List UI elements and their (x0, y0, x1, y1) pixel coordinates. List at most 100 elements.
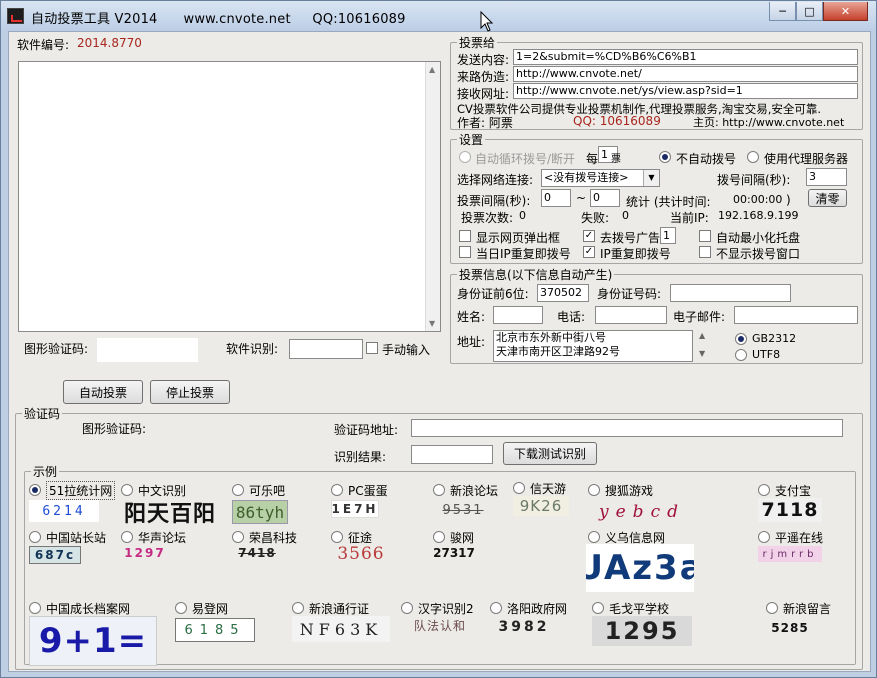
utf8-label: UTF8 (752, 348, 781, 361)
settings-group: 设置 自动循环拨号/断开 每 1 票 不自动拨号 使用代理服务器 选择网络连接:… (450, 131, 863, 264)
example-radio-7[interactable] (758, 484, 770, 496)
tilde-separator: ~ (576, 191, 587, 205)
log-textarea[interactable] (18, 61, 441, 332)
vote-interval-min-input[interactable]: 0 (541, 189, 571, 207)
settings-title: 设置 (457, 131, 486, 148)
download-test-button[interactable]: 下载测试识别 (503, 442, 597, 465)
hide-dial-window-checkbox[interactable] (699, 246, 711, 258)
start-vote-button[interactable]: 自动投票 (63, 380, 143, 404)
captcha-address-label: 验证码地址: (334, 423, 399, 437)
stop-vote-button[interactable]: 停止投票 (150, 380, 230, 404)
captcha-address-input[interactable] (411, 419, 843, 437)
example-radio-18[interactable] (401, 602, 413, 614)
example-radio-6[interactable] (588, 484, 600, 496)
captcha-group-image-label: 图形验证码: (82, 422, 147, 436)
vote-interval-label: 投票间隔(秒): (457, 194, 531, 208)
send-content-input[interactable]: 1=2&submit=%CD%B6%C6%B1 (513, 49, 858, 65)
name-input[interactable] (493, 306, 543, 324)
utf8-radio[interactable] (735, 349, 747, 361)
minimize-button[interactable]: ─ (769, 2, 796, 21)
hide-dial-window-label: 不显示拨号窗口 (716, 247, 801, 261)
example-radio-10[interactable] (232, 531, 244, 543)
vote-interval-max-input[interactable]: 0 (590, 189, 620, 207)
address-label: 地址: (457, 335, 486, 349)
example-captcha-image-18: 队法认和 (413, 618, 466, 633)
scroll-down-icon[interactable]: ▼ (429, 319, 435, 328)
example-radio-0[interactable] (29, 484, 41, 496)
auto-minimize-checkbox[interactable] (699, 230, 711, 242)
example-radio-5[interactable] (513, 482, 525, 494)
example-label-8: 中国站长站 (46, 531, 107, 545)
example-radio-4[interactable] (433, 484, 445, 496)
phone-input[interactable] (595, 306, 667, 324)
show-popup-checkbox[interactable] (459, 230, 471, 242)
example-captcha-image-4: 9531 (442, 502, 484, 518)
dup-ip-dial-label: 当日IP重复即拨号 (476, 247, 571, 261)
maximize-button[interactable]: □ (796, 2, 823, 21)
dial-interval-input[interactable]: 3 (806, 168, 847, 186)
example-radio-9[interactable] (121, 531, 133, 543)
example-radio-15[interactable] (29, 602, 41, 614)
id-number-label: 身份证号码: (597, 287, 662, 301)
example-captcha-image-17: NF63K (292, 616, 390, 642)
address-scroll-up-icon[interactable]: ▲ (699, 331, 705, 340)
example-radio-17[interactable] (292, 602, 304, 614)
id6-input[interactable]: 370502 (537, 284, 589, 302)
auto-dial-radio[interactable] (459, 151, 471, 163)
referer-input[interactable]: http://www.cnvote.net/ (513, 66, 858, 82)
example-radio-1[interactable] (121, 484, 133, 496)
example-captcha-image-2: 86tyh (232, 500, 288, 524)
example-radio-8[interactable] (29, 531, 41, 543)
example-captcha-image-1: 阳天百阳 (123, 501, 216, 527)
vote-info-title: 投票信息(以下信息自动产生) (457, 266, 615, 283)
example-label-6: 搜狐游戏 (605, 484, 654, 498)
id-number-input[interactable] (670, 284, 791, 302)
gb2312-radio[interactable] (735, 333, 747, 345)
recognize-result-input[interactable] (411, 445, 493, 464)
title-bar[interactable]: 自动投票工具 V2014 www.cnvote.net QQ:10616089 … (1, 1, 876, 31)
example-label-20: 毛戈平学校 (609, 602, 670, 616)
manual-input-checkbox[interactable] (366, 342, 378, 354)
stats-time: 00:00:00 (733, 193, 783, 206)
example-label-5: 信天游 (530, 482, 567, 496)
remove-ad-checkbox[interactable]: ✓ (583, 230, 595, 242)
example-radio-2[interactable] (232, 484, 244, 496)
example-radio-13[interactable] (588, 531, 600, 543)
use-proxy-radio[interactable] (747, 151, 759, 163)
network-select-value: <没有拨号连接> (544, 171, 629, 184)
ip-dup-dial-checkbox[interactable]: ✓ (583, 246, 595, 258)
scroll-up-icon[interactable]: ▲ (429, 65, 435, 74)
example-captcha-image-9: 1297 (124, 546, 166, 560)
clear-button[interactable]: 清零 (808, 189, 847, 207)
dup-ip-dial-checkbox[interactable] (459, 246, 471, 258)
remove-ad-input[interactable]: 1 (660, 227, 676, 244)
example-radio-16[interactable] (175, 602, 187, 614)
captcha-group: 验证码 图形验证码: 验证码地址: 识别结果: 下载测试识别 示例 51拉统计网… (15, 405, 863, 670)
app-logo-icon (7, 8, 24, 24)
address-textarea[interactable]: 北京市东外新中街八号 天津市南开区卫津路92号 (493, 330, 693, 362)
example-radio-20[interactable] (592, 602, 604, 614)
address-line-2: 天津市南开区卫津路92号 (496, 345, 620, 358)
auto-minimize-label: 自动最小化托盘 (716, 231, 801, 245)
email-input[interactable] (734, 306, 858, 324)
close-button[interactable]: ✕ (823, 2, 868, 21)
homepage-link[interactable]: 主页: http://www.cnvote.net (693, 114, 844, 130)
example-radio-14[interactable] (758, 531, 770, 543)
log-scrollbar[interactable]: ▲ ▼ (425, 62, 440, 331)
network-select[interactable]: <没有拨号连接> ▼ (541, 169, 660, 187)
software-recognize-input[interactable] (289, 339, 363, 359)
example-label-17: 新浪通行证 (309, 602, 370, 616)
no-dial-radio[interactable] (659, 151, 671, 163)
example-radio-12[interactable] (433, 531, 445, 543)
example-radio-21[interactable] (766, 602, 778, 614)
example-captcha-image-10: 7418 (238, 546, 276, 560)
example-radio-19[interactable] (490, 602, 502, 614)
example-radio-3[interactable] (331, 484, 343, 496)
send-content-label: 发送内容: (457, 53, 510, 67)
receive-url-input[interactable]: http://www.cnvote.net/ys/view.asp?sid=1 (513, 83, 858, 99)
address-scroll-down-icon[interactable]: ▼ (699, 349, 705, 358)
chevron-down-icon[interactable]: ▼ (643, 170, 659, 186)
window-title: 自动投票工具 V2014 www.cnvote.net QQ:10616089 (31, 12, 406, 27)
example-label-16: 易登网 (192, 602, 229, 616)
example-label-19: 洛阳政府网 (507, 602, 568, 616)
